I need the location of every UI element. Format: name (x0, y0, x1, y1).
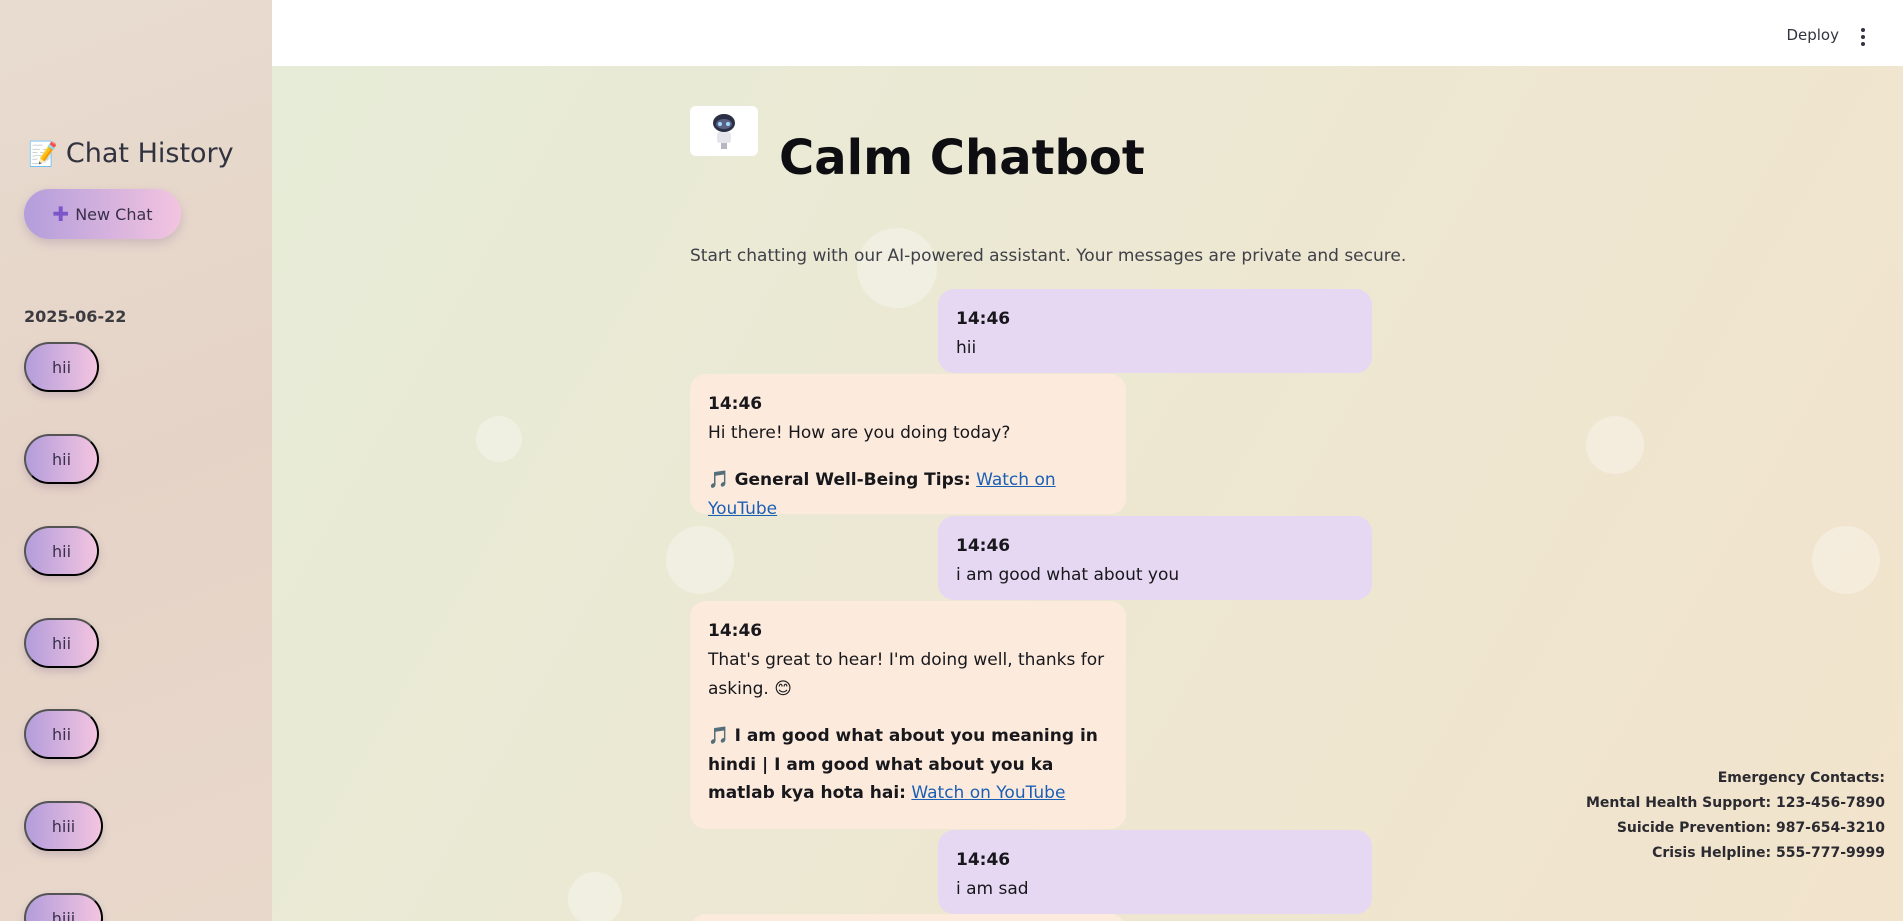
video-tip: 🎵 I am good what about you meaning in hi… (708, 722, 1108, 809)
history-item[interactable]: hii (24, 709, 99, 759)
music-note-icon: 🎵 (708, 469, 730, 490)
user-message: 14:46 i am sad (938, 830, 1372, 914)
new-chat-button[interactable]: ✚ New Chat (24, 189, 181, 239)
deploy-button[interactable]: Deploy (1786, 26, 1839, 44)
page-title: Calm Chatbot (779, 130, 1145, 186)
bot-message-partial (690, 914, 1126, 921)
memo-icon: 📝 (28, 139, 58, 168)
sidebar-title: 📝 Chat History (28, 138, 234, 169)
music-note-icon: 🎵 (708, 725, 730, 746)
main-area: Deploy Calm Chatbot Start chatting with … (272, 0, 1903, 921)
history-item[interactable]: hiii (24, 801, 103, 851)
message-text: Hi there! How are you doing today? (708, 422, 1011, 443)
message-text: hii (956, 337, 977, 358)
user-message: 14:46 i am good what about you (938, 516, 1372, 600)
message-text: i am sad (956, 878, 1029, 899)
sidebar: 📝 Chat History ✚ New Chat 2025-06-22 hii… (0, 0, 272, 921)
decorative-bubble (1586, 416, 1644, 474)
tip-title: General Well-Being Tips: (734, 469, 971, 490)
user-message: 14:46 hii (938, 289, 1372, 373)
sidebar-title-text: Chat History (65, 138, 234, 169)
history-item[interactable]: hii (24, 618, 99, 668)
message-time: 14:46 (956, 309, 1011, 329)
bot-message: 14:46 Hi there! How are you doing today?… (690, 374, 1126, 519)
message-text: i am good what about you (956, 564, 1180, 585)
emergency-line: Suicide Prevention: 987-654-3210 (1616, 820, 1885, 836)
decorative-bubble (476, 416, 522, 462)
emergency-line: Mental Health Support: 123-456-7890 (1585, 795, 1885, 811)
message-text: That's great to hear! I'm doing well, th… (708, 649, 1105, 699)
emergency-contacts: Emergency Contacts: Mental Health Suppor… (1586, 766, 1885, 866)
decorative-bubble (666, 526, 734, 594)
message-time: 14:46 (956, 536, 1011, 556)
robot-icon (690, 106, 758, 156)
emergency-heading: Emergency Contacts: (1717, 770, 1885, 786)
top-toolbar: Deploy (272, 0, 1903, 66)
message-time: 14:46 (956, 850, 1011, 870)
youtube-link[interactable]: Watch on YouTube (911, 783, 1065, 803)
history-item[interactable]: hiii (24, 893, 103, 921)
video-tip: 🎵 General Well-Being Tips: Watch on YouT… (708, 466, 1108, 524)
message-time: 14:46 (708, 394, 763, 414)
emergency-line: Crisis Helpline: 555-777-9999 (1652, 845, 1885, 861)
plus-icon: ✚ (52, 202, 70, 226)
page-subtitle: Start chatting with our AI-powered assis… (690, 246, 1407, 266)
new-chat-label: New Chat (75, 204, 153, 224)
bot-message: 14:46 That's great to hear! I'm doing we… (690, 601, 1126, 829)
decorative-bubble (568, 872, 622, 921)
message-time: 14:46 (708, 621, 763, 641)
decorative-bubble (1812, 526, 1880, 594)
decorative-bubble (857, 228, 937, 308)
kebab-menu-icon[interactable] (1860, 28, 1866, 46)
history-item[interactable]: hii (24, 434, 99, 484)
history-date-label: 2025-06-22 (24, 307, 127, 326)
history-item[interactable]: hii (24, 526, 99, 576)
history-item[interactable]: hii (24, 342, 99, 392)
